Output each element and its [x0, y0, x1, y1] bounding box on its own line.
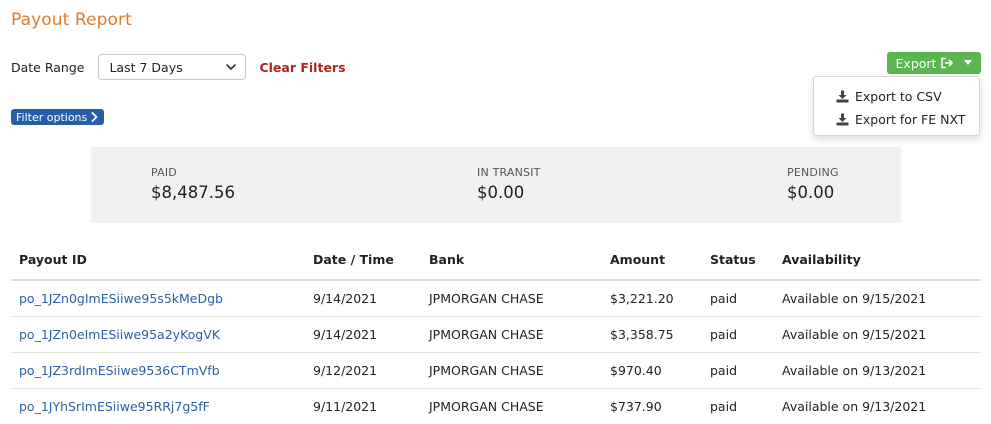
summary-label: PENDING: [787, 166, 839, 179]
summary-value: $0.00: [787, 183, 835, 202]
sign-out-icon: [941, 57, 954, 69]
menu-item-export-fe-nxt[interactable]: Export for FE NXT: [836, 109, 965, 129]
payout-date: 9/11/2021: [313, 399, 378, 414]
clear-filters-link[interactable]: Clear Filters: [259, 60, 345, 75]
table-header: Payout ID Date / Time Bank Amount Status…: [11, 240, 981, 281]
payout-id-link[interactable]: po_1JZ3rdImESiiwe9536CTmVfb: [19, 363, 220, 378]
date-range-select[interactable]: Last 7 Days: [98, 54, 247, 80]
table-row: po_1JZn0eImESiiwe95a2yKogVK 9/14/2021 JP…: [11, 317, 981, 353]
payout-report-page: Payout Report Date Range Last 7 Days Cle…: [0, 0, 991, 424]
payout-availability: Available on 9/13/2021: [782, 363, 927, 378]
payout-bank: JPMORGAN CHASE: [429, 291, 544, 306]
summary-label: IN TRANSIT: [477, 166, 541, 179]
column-header-availability[interactable]: Availability: [782, 252, 861, 267]
payout-amount: $970.40: [610, 363, 662, 378]
caret-down-icon: [964, 60, 973, 65]
payout-id-link[interactable]: po_1JYhSrImESiiwe95RRj7g5fF: [19, 399, 210, 414]
payout-availability: Available on 9/13/2021: [782, 399, 927, 414]
date-range-label: Date Range: [11, 59, 85, 75]
payout-id-link[interactable]: po_1JZn0gImESiiwe95s5kMeDgb: [19, 291, 223, 306]
summary-pending: PENDING $0.00: [787, 166, 839, 202]
payout-amount: $3,221.20: [610, 291, 674, 306]
export-button-label: Export: [895, 55, 937, 71]
payout-amount: $737.90: [610, 399, 662, 414]
table-row: po_1JZn0gImESiiwe95s5kMeDgb 9/14/2021 JP…: [11, 281, 981, 317]
summary-in-transit: IN TRANSIT $0.00: [477, 166, 541, 202]
payout-date: 9/12/2021: [313, 363, 378, 378]
menu-item-label: Export for FE NXT: [855, 111, 966, 127]
menu-item-label: Export to CSV: [855, 88, 942, 104]
column-header-payout-id[interactable]: Payout ID: [19, 252, 87, 267]
column-header-date-time[interactable]: Date / Time: [313, 252, 394, 267]
page-title: Payout Report: [11, 10, 132, 30]
summary-value: $8,487.56: [151, 183, 235, 202]
summary-paid: PAID $8,487.56: [151, 166, 235, 202]
payout-bank: JPMORGAN CHASE: [429, 399, 544, 414]
payouts-table: Payout ID Date / Time Bank Amount Status…: [11, 240, 981, 424]
payout-status: paid: [710, 399, 738, 414]
column-header-bank[interactable]: Bank: [429, 252, 464, 267]
filter-options-label: Filter options: [16, 110, 88, 124]
export-button[interactable]: Export: [887, 52, 981, 74]
column-header-status[interactable]: Status: [710, 252, 756, 267]
download-icon: [836, 90, 849, 102]
payout-summary-panel: PAID $8,487.56 IN TRANSIT $0.00 PENDING …: [91, 147, 901, 223]
payout-availability: Available on 9/15/2021: [782, 291, 927, 306]
menu-item-export-csv[interactable]: Export to CSV: [836, 86, 942, 106]
filter-row: Date Range Last 7 Days Clear Filters: [11, 52, 346, 82]
payout-status: paid: [710, 291, 738, 306]
column-header-amount[interactable]: Amount: [610, 252, 665, 267]
summary-value: $0.00: [477, 183, 525, 202]
chevron-down-icon: [226, 64, 237, 70]
payout-availability: Available on 9/15/2021: [782, 327, 927, 342]
chevron-right-icon: [91, 112, 98, 122]
filter-options-button[interactable]: Filter options: [11, 109, 105, 125]
table-row: po_1JZ3rdImESiiwe9536CTmVfb 9/12/2021 JP…: [11, 353, 981, 389]
payout-status: paid: [710, 363, 738, 378]
summary-label: PAID: [151, 166, 177, 179]
date-range-value: Last 7 Days: [109, 59, 183, 75]
payout-id-link[interactable]: po_1JZn0eImESiiwe95a2yKogVK: [19, 327, 220, 342]
payout-date: 9/14/2021: [313, 291, 378, 306]
payout-date: 9/14/2021: [313, 327, 378, 342]
payout-bank: JPMORGAN CHASE: [429, 327, 544, 342]
download-icon: [836, 113, 849, 125]
payout-bank: JPMORGAN CHASE: [429, 363, 544, 378]
export-dropdown-menu: Export to CSV Export for FE NXT: [813, 76, 980, 136]
payout-amount: $3,358.75: [610, 327, 674, 342]
table-row: po_1JYhSrImESiiwe95RRj7g5fF 9/11/2021 JP…: [11, 389, 981, 424]
payout-status: paid: [710, 327, 738, 342]
